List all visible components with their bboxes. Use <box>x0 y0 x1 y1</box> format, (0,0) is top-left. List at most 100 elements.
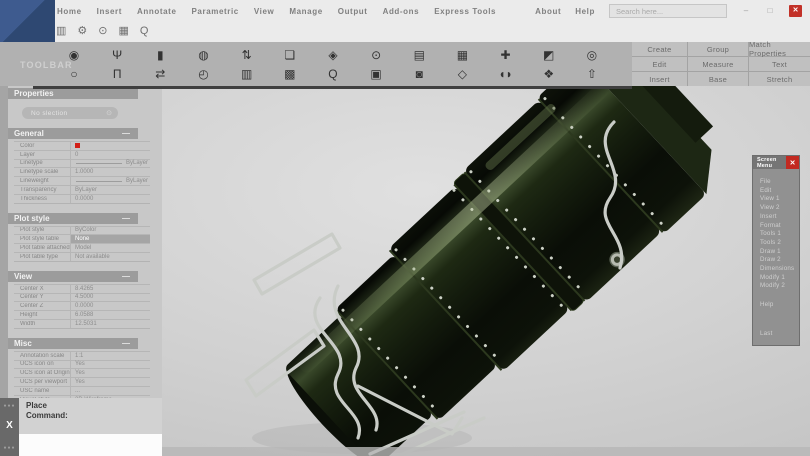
property-row[interactable]: Linetype scale1.0000 <box>14 167 150 176</box>
menu-item-help[interactable]: Help <box>575 7 595 16</box>
stacked-lines-icon[interactable]: ▤ <box>411 49 427 61</box>
property-value[interactable]: 0 <box>70 151 150 159</box>
collapse-icon[interactable]: — <box>122 272 130 281</box>
property-row[interactable]: Color <box>14 141 150 150</box>
insert-button[interactable]: Insert <box>632 72 687 86</box>
menu-item-manage[interactable]: Manage <box>289 7 322 16</box>
property-value[interactable]: None <box>70 235 150 243</box>
text-button[interactable]: Text <box>749 57 810 71</box>
spool-icon[interactable]: ▮ <box>152 49 168 61</box>
screen-menu-item-tools-1[interactable]: Tools 1 <box>760 230 799 239</box>
overlap-squares-icon[interactable]: ❏ <box>282 49 298 61</box>
screen-menu-item-edit[interactable]: Edit <box>760 187 799 196</box>
property-row[interactable]: Plot styleByColor <box>14 226 150 235</box>
center-point-icon[interactable]: ◎ <box>584 49 600 61</box>
menu-item-insert[interactable]: Insert <box>97 7 122 16</box>
screen-menu-item-modify-1[interactable]: Modify 1 <box>760 274 799 283</box>
property-value[interactable]: 12.5031 <box>70 320 150 328</box>
property-value[interactable]: ... <box>70 387 150 395</box>
command-input[interactable] <box>19 434 162 456</box>
property-value[interactable]: 8.4265 <box>70 285 150 293</box>
grip-dots-icon[interactable]: ●●● <box>0 445 19 451</box>
stretch-button[interactable]: Stretch <box>749 72 810 86</box>
sort-bars-icon[interactable]: ⇅ <box>239 49 255 61</box>
screen-menu-item-draw-2[interactable]: Draw 2 <box>760 256 799 265</box>
property-row[interactable]: Thickness0.0000 <box>14 194 150 203</box>
section-header-plot-style[interactable]: Plot style— <box>8 213 138 224</box>
property-row[interactable]: UCS icon at OriginYes <box>14 368 150 377</box>
property-row[interactable]: Center X8.4265 <box>14 284 150 293</box>
screen-menu-item-file[interactable]: File <box>760 178 799 187</box>
menu-item-home[interactable]: Home <box>57 7 82 16</box>
section-header-general[interactable]: General— <box>8 128 138 139</box>
group-button[interactable]: Group <box>688 42 748 56</box>
grip-dots-icon[interactable]: ●●● <box>0 403 19 409</box>
screen-menu-close-icon[interactable]: ✕ <box>786 156 799 169</box>
screen-menu-item-modify-2[interactable]: Modify 2 <box>760 282 799 291</box>
settings-gear-icon[interactable]: ⚙ <box>77 26 87 37</box>
property-value[interactable]: 4.5000 <box>70 294 150 302</box>
property-value[interactable]: 6.0588 <box>70 311 150 319</box>
section-header-misc[interactable]: Misc— <box>8 338 138 349</box>
menu-item-output[interactable]: Output <box>338 7 368 16</box>
screen-menu-item-last[interactable]: Last <box>753 310 799 339</box>
record-target-icon[interactable]: ⊙ <box>98 26 107 37</box>
solid-grid-icon[interactable]: ▩ <box>282 68 298 80</box>
menu-item-add-ons[interactable]: Add-ons <box>383 7 420 16</box>
screen-menu-item-draw-1[interactable]: Draw 1 <box>760 248 799 257</box>
property-row[interactable]: UCS per viewportYes <box>14 377 150 386</box>
filter-grid-icon[interactable]: ▥ <box>239 68 255 80</box>
search-input[interactable] <box>609 4 727 18</box>
property-row[interactable]: Plot style tableNone <box>14 234 150 243</box>
selection-target-icon[interactable]: ⊙ <box>106 109 112 117</box>
upload-grid-icon[interactable]: ⇧ <box>584 68 600 80</box>
property-value[interactable]: ByLayer <box>70 160 150 168</box>
collapse-icon[interactable]: — <box>122 214 130 223</box>
property-value[interactable]: ByLayer <box>70 186 150 194</box>
viewport-3d[interactable]: Screen Menu ✕ FileEditView 1View 2Insert… <box>162 86 810 456</box>
pi-profile-icon[interactable]: Π <box>109 68 125 80</box>
globe-icon[interactable]: ◍ <box>195 49 211 61</box>
menu-item-view[interactable]: View <box>254 7 275 16</box>
plumb-icon[interactable]: ⊙ <box>368 49 384 61</box>
property-value[interactable]: Not available <box>70 253 150 261</box>
bug-icon[interactable]: ◉ <box>66 49 82 61</box>
property-row[interactable]: LineweightByLayer <box>14 176 150 185</box>
property-value[interactable]: Yes <box>70 369 150 377</box>
lens-pair-icon[interactable]: ◖◗ <box>498 68 514 80</box>
screen-menu-item-insert[interactable]: Insert <box>760 213 799 222</box>
anchor-icon[interactable]: Ψ <box>109 49 125 61</box>
property-value[interactable]: ByLayer <box>70 177 150 185</box>
create-button[interactable]: Create <box>632 42 687 56</box>
property-row[interactable]: Layer0 <box>14 150 150 159</box>
boxed-dot-icon[interactable]: ◙ <box>411 68 427 80</box>
property-value[interactable]: 0.0000 <box>70 195 150 203</box>
base-button[interactable]: Base <box>688 72 748 86</box>
property-value[interactable]: 0.0000 <box>70 302 150 310</box>
screen-menu-item-help[interactable]: Help <box>753 291 799 310</box>
property-row[interactable]: Width12.5031 <box>14 319 150 328</box>
screen-menu-titlebar[interactable]: Screen Menu ✕ <box>753 156 799 169</box>
collapse-icon[interactable]: — <box>122 339 130 348</box>
swap-lines-icon[interactable]: ⇄ <box>152 68 168 80</box>
property-value[interactable]: ByColor <box>70 227 150 235</box>
close-button[interactable]: ✕ <box>789 5 802 17</box>
match-properties-button[interactable]: Match Properties <box>749 42 810 56</box>
selection-dropdown[interactable]: No slection ⊙ <box>22 107 118 119</box>
command-close-button[interactable]: X <box>0 420 19 431</box>
pie-sphere-icon[interactable]: ◴ <box>195 68 211 80</box>
edit-button[interactable]: Edit <box>632 57 687 71</box>
property-row[interactable]: TransparencyByLayer <box>14 185 150 194</box>
app-logo[interactable] <box>0 0 55 42</box>
circle-icon[interactable]: ○ <box>66 68 82 80</box>
color-swatch[interactable] <box>75 143 80 148</box>
property-row[interactable]: Height6.0588 <box>14 310 150 319</box>
menu-item-about[interactable]: About <box>535 7 561 16</box>
menu-item-annotate[interactable]: Annotate <box>137 7 176 16</box>
grid-icon[interactable]: ▦ <box>119 26 129 37</box>
filter-table-icon[interactable]: ▥ <box>56 26 66 37</box>
screen-menu-item-dimensions[interactable]: Dimensions <box>760 265 799 274</box>
property-row[interactable]: Annotation scale1:1 <box>14 351 150 360</box>
facet-cluster-icon[interactable]: ◈ <box>325 49 341 61</box>
property-row[interactable]: LinetypeByLayer <box>14 159 150 168</box>
